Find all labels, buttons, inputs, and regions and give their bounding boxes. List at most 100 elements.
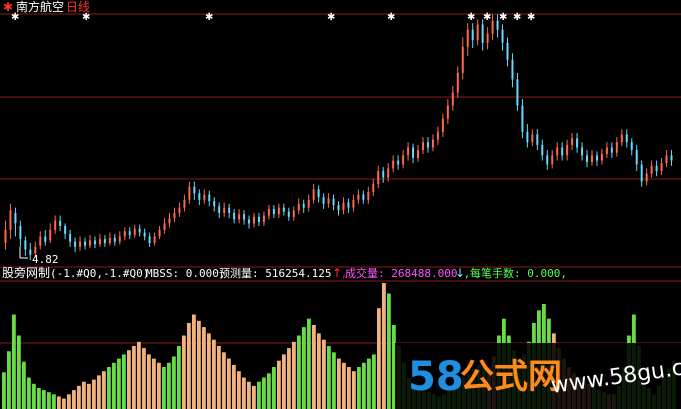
candle-body	[635, 150, 638, 165]
candle-body	[501, 29, 504, 43]
candle-body	[178, 207, 181, 213]
volume-bar	[7, 351, 11, 409]
candle-body	[322, 197, 325, 204]
candle-body	[69, 233, 72, 242]
candle-body	[526, 131, 529, 143]
candle-body	[476, 24, 479, 41]
volume-bar	[207, 333, 211, 409]
volume-bar	[337, 358, 341, 409]
volume-bar	[242, 377, 246, 409]
candle-body	[113, 237, 116, 242]
candle-body	[446, 105, 449, 119]
app-icon: ✱	[3, 0, 13, 14]
candle-body	[586, 155, 589, 162]
mbss-value: MBSS: 0.000,	[146, 267, 225, 280]
volume-bar	[67, 394, 71, 409]
volume-bar	[217, 346, 221, 409]
volume-bar	[102, 371, 106, 409]
candle-body	[188, 186, 191, 200]
signal-marker-icon: ✱	[483, 12, 491, 23]
candle-body	[660, 163, 663, 172]
volume-bar	[322, 339, 326, 409]
volume-bar	[77, 385, 81, 409]
volume-bar	[97, 375, 101, 409]
stock-chart[interactable]: ✱ ✱ ✱ ✱ ✱ ✱ ✱ ✱ ✱ ✱ ✱ 南方航空 日线 4.82 股旁网制 (-1.#Q0,-…	[0, 0, 681, 409]
candle-body	[44, 236, 47, 242]
volume-bar	[82, 381, 86, 409]
candle-body	[352, 199, 355, 208]
volume-bar	[307, 318, 311, 409]
volume-bar	[107, 367, 111, 409]
candle-body	[168, 218, 171, 224]
candle-body	[238, 214, 241, 220]
volume-bar	[367, 358, 371, 409]
per-trade-value: 每笔手数: 0.000,	[470, 266, 567, 280]
candle-body	[491, 20, 494, 34]
volume-bar	[362, 362, 366, 409]
candle-body	[466, 29, 469, 47]
candle-body	[198, 193, 201, 200]
volume-bar	[357, 367, 361, 409]
volume-bar	[177, 346, 181, 409]
candle-body	[233, 212, 236, 220]
candle-body	[367, 191, 370, 200]
candle-body	[203, 194, 206, 200]
candle-body	[39, 236, 42, 246]
watermark: 58 公式网 www.58gu.com	[395, 343, 681, 409]
candle-body	[665, 155, 668, 164]
candle-body	[337, 205, 340, 211]
volume-bar	[197, 320, 201, 409]
volume-bar	[2, 372, 6, 409]
candle-body	[183, 199, 186, 208]
candle-body	[387, 168, 390, 178]
candle-body	[49, 229, 52, 241]
volume-bar	[377, 308, 381, 409]
period-label: 日线	[66, 0, 90, 14]
candle-body	[481, 24, 484, 43]
candle-body	[332, 198, 335, 206]
candle-body	[223, 207, 226, 213]
candle-body	[561, 147, 564, 156]
candle-body	[595, 155, 598, 161]
signal-marker-icon: ✱	[499, 12, 507, 23]
stock-name: 南方航空	[16, 0, 64, 14]
candle-body	[317, 189, 320, 198]
volume-bar	[382, 283, 386, 409]
candle-body	[412, 147, 415, 158]
forecast-value: 预测量: 516254.125	[219, 267, 331, 280]
candle-body	[153, 236, 156, 243]
volume-value: 成交量: 268488.000	[345, 266, 457, 280]
volume-bar	[112, 362, 116, 409]
candle-body	[605, 147, 608, 155]
low-price-label: 4.82	[32, 253, 59, 266]
volume-bar	[172, 356, 176, 409]
candle-body	[362, 194, 365, 200]
volume-bar	[52, 394, 56, 409]
volume-bar	[42, 390, 46, 409]
candle-body	[84, 241, 87, 246]
candle-body	[581, 147, 584, 156]
candle-body	[253, 216, 256, 224]
candle-body	[426, 142, 429, 148]
volume-bar	[162, 367, 166, 409]
volume-bar	[117, 358, 121, 409]
candle-body	[541, 144, 544, 156]
candle-body	[143, 232, 146, 237]
candle-body	[431, 139, 434, 148]
volume-bar	[167, 362, 171, 409]
candle-body	[173, 212, 176, 219]
candle-body	[312, 189, 315, 200]
volume-bar	[262, 377, 266, 409]
candle-body	[282, 207, 285, 212]
candle-body	[347, 202, 350, 208]
volume-bar	[47, 392, 51, 409]
volume-bar	[87, 383, 91, 409]
candle-body	[208, 194, 211, 202]
volume-bar	[182, 335, 186, 409]
volume-bar	[27, 377, 31, 409]
volume-bar	[202, 327, 206, 409]
candle-body	[536, 134, 539, 145]
candle-body	[645, 173, 648, 182]
candle-body	[402, 155, 405, 165]
volume-bar	[347, 367, 351, 409]
